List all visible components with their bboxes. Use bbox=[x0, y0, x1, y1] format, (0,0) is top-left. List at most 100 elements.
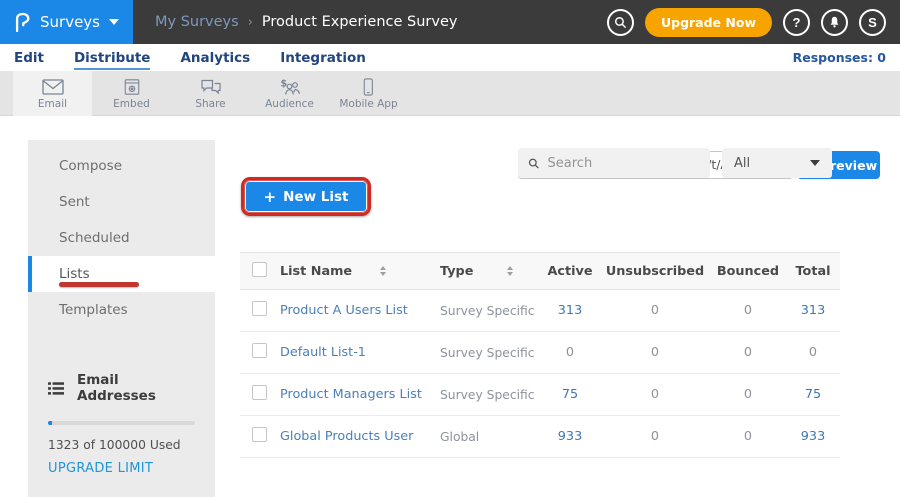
survey-nav-tabs: Edit Distribute Analytics Integration Re… bbox=[0, 44, 900, 71]
tab-analytics[interactable]: Analytics bbox=[180, 50, 250, 66]
search-button[interactable] bbox=[607, 9, 634, 36]
row-checkbox[interactable] bbox=[252, 343, 267, 358]
annotation-red-underline bbox=[59, 282, 139, 287]
usage-progress-bar bbox=[48, 421, 195, 425]
total-count: 0 bbox=[786, 345, 840, 360]
channel-tiles: Email Embed Share $ Audience Mobile App bbox=[13, 71, 408, 116]
bounced-count: 0 bbox=[710, 429, 786, 444]
tab-integration[interactable]: Integration bbox=[280, 50, 366, 66]
usage-text: 1323 of 100000 Used bbox=[48, 438, 195, 452]
mobile-phone-icon bbox=[362, 78, 375, 96]
breadcrumb-separator: › bbox=[248, 15, 253, 30]
channel-embed[interactable]: Embed bbox=[92, 71, 171, 116]
search-icon bbox=[528, 157, 540, 170]
active-count: 0 bbox=[540, 345, 600, 360]
sidebar-item-lists[interactable]: Lists bbox=[28, 256, 215, 292]
email-addresses-header: Email Addresses bbox=[48, 372, 195, 404]
help-button[interactable]: ? bbox=[783, 9, 810, 36]
sidebar-item-sent[interactable]: Sent bbox=[28, 184, 215, 220]
unsubscribed-count: 0 bbox=[600, 429, 710, 444]
column-header-unsubscribed: Unsubscribed bbox=[600, 264, 710, 279]
questionpro-logo-icon bbox=[14, 12, 31, 33]
column-header-type[interactable]: Type bbox=[440, 264, 540, 279]
channel-mobile-app[interactable]: Mobile App bbox=[329, 71, 408, 116]
audience-dollar-icon: $ bbox=[279, 78, 301, 96]
list-type: Survey Specific bbox=[440, 388, 540, 402]
sidebar-item-label: Lists bbox=[59, 266, 90, 282]
upgrade-limit-link[interactable]: UPGRADE LIMIT bbox=[48, 461, 195, 476]
tab-distribute[interactable]: Distribute bbox=[74, 50, 151, 66]
new-list-button[interactable]: + New List bbox=[246, 182, 366, 211]
column-header-total: Total bbox=[786, 264, 840, 279]
email-addresses-title: Email Addresses bbox=[77, 372, 195, 404]
caret-down-icon bbox=[810, 160, 820, 166]
breadcrumb: My Surveys › Product Experience Survey bbox=[155, 14, 457, 30]
column-header-list-name[interactable]: List Name bbox=[280, 264, 440, 279]
embed-window-icon bbox=[123, 78, 141, 96]
row-checkbox[interactable] bbox=[252, 301, 267, 316]
top-header: Surveys My Surveys › Product Experience … bbox=[0, 0, 900, 44]
column-label: Type bbox=[440, 264, 473, 279]
share-bubbles-icon bbox=[200, 78, 222, 96]
upgrade-now-button[interactable]: Upgrade Now bbox=[645, 8, 772, 37]
account-avatar[interactable]: S bbox=[859, 9, 886, 36]
list-name-link[interactable]: Global Products User bbox=[280, 429, 440, 444]
surveys-app-menu[interactable]: Surveys bbox=[0, 0, 133, 44]
channel-email[interactable]: Email bbox=[13, 71, 92, 116]
channel-label: Embed bbox=[113, 98, 150, 110]
channel-audience[interactable]: $ Audience bbox=[250, 71, 329, 116]
unsubscribed-count: 0 bbox=[600, 303, 710, 318]
list-name-link[interactable]: Default List-1 bbox=[280, 345, 440, 360]
channel-label: Mobile App bbox=[339, 98, 397, 110]
total-count[interactable]: 75 bbox=[786, 387, 840, 402]
active-count[interactable]: 313 bbox=[540, 303, 600, 318]
table-row: Product Managers List Survey Specific 75… bbox=[240, 374, 840, 416]
channel-label: Audience bbox=[265, 98, 314, 110]
plus-icon: + bbox=[264, 188, 277, 206]
sidebar-item-templates[interactable]: Templates bbox=[28, 292, 215, 328]
column-header-active: Active bbox=[540, 264, 600, 279]
row-checkbox[interactable] bbox=[252, 385, 267, 400]
search-icon bbox=[614, 16, 627, 29]
active-count[interactable]: 75 bbox=[540, 387, 600, 402]
new-list-label: New List bbox=[283, 189, 348, 205]
list-type: Survey Specific bbox=[440, 304, 540, 318]
list-name-link[interactable]: Product Managers List bbox=[280, 387, 440, 402]
bell-icon bbox=[828, 15, 841, 29]
table-row: Default List-1 Survey Specific 0 0 0 0 bbox=[240, 332, 840, 374]
channel-label: Email bbox=[38, 98, 67, 110]
sidebar-item-scheduled[interactable]: Scheduled bbox=[28, 220, 215, 256]
bounced-count: 0 bbox=[710, 387, 786, 402]
list-filter-dropdown[interactable]: All bbox=[722, 148, 832, 178]
total-count[interactable]: 313 bbox=[786, 303, 840, 318]
envelope-icon bbox=[42, 78, 64, 96]
app-screen: Surveys My Surveys › Product Experience … bbox=[0, 0, 900, 497]
sort-icon bbox=[507, 266, 513, 276]
caret-down-icon bbox=[109, 19, 119, 25]
search-input[interactable] bbox=[548, 156, 700, 171]
active-count[interactable]: 933 bbox=[540, 429, 600, 444]
responses-count[interactable]: Responses: 0 bbox=[793, 50, 886, 65]
breadcrumb-my-surveys[interactable]: My Surveys bbox=[155, 14, 239, 30]
tab-edit[interactable]: Edit bbox=[14, 50, 44, 66]
column-label: List Name bbox=[280, 264, 352, 279]
unsubscribed-count: 0 bbox=[600, 345, 710, 360]
sidebar-item-compose[interactable]: Compose bbox=[28, 148, 215, 184]
table-row: Global Products User Global 933 0 0 933 bbox=[240, 416, 840, 458]
channel-share[interactable]: Share bbox=[171, 71, 250, 116]
list-icon bbox=[48, 381, 64, 396]
question-mark-icon: ? bbox=[793, 15, 801, 30]
bounced-count: 0 bbox=[710, 303, 786, 318]
list-name-link[interactable]: Product A Users List bbox=[280, 303, 440, 318]
usage-progress-fill bbox=[48, 421, 52, 425]
avatar-initial: S bbox=[868, 15, 877, 30]
table-row: Product A Users List Survey Specific 313… bbox=[240, 290, 840, 332]
row-checkbox[interactable] bbox=[252, 427, 267, 442]
annotation-red-highlight-box: + New List bbox=[241, 177, 371, 216]
select-all-checkbox[interactable] bbox=[252, 262, 267, 277]
list-search-box bbox=[518, 148, 710, 178]
column-header-bounced: Bounced bbox=[710, 264, 786, 279]
total-count[interactable]: 933 bbox=[786, 429, 840, 444]
notifications-button[interactable] bbox=[821, 9, 848, 36]
channel-label: Share bbox=[195, 98, 225, 110]
